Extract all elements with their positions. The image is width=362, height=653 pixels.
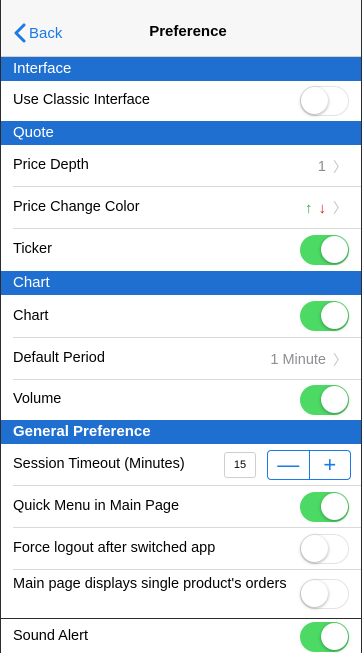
default-period-value: 1 Minute	[270, 352, 326, 368]
arrow-up-icon: ↑	[305, 199, 313, 217]
row-ticker: Ticker	[1, 229, 361, 271]
row-force-logout: Force logout after switched app	[1, 528, 361, 570]
row-chart: Chart	[1, 295, 361, 338]
ticker-toggle[interactable]	[300, 235, 349, 265]
row-label: Default Period	[13, 350, 105, 366]
increment-button[interactable]: +	[310, 451, 351, 479]
section-header-quote: Quote	[1, 121, 361, 145]
row-use-classic-interface: Use Classic Interface	[1, 81, 361, 121]
row-single-product-orders: Main page displays single product's orde…	[1, 570, 361, 618]
session-timeout-stepper: — +	[267, 450, 351, 480]
chevron-right-icon: 〉	[333, 200, 347, 216]
price-change-color-detail[interactable]: ↑ ↓ 〉	[305, 198, 347, 218]
section-header-interface: Interface	[1, 57, 361, 81]
row-default-period[interactable]: Default Period 1 Minute 〉	[1, 338, 361, 380]
row-price-depth[interactable]: Price Depth 1 〉	[1, 145, 361, 187]
row-label: Price Depth	[13, 157, 89, 173]
force-logout-toggle[interactable]	[300, 534, 349, 564]
quick-menu-toggle[interactable]	[300, 492, 349, 522]
toggle-knob	[301, 87, 328, 114]
row-label: Use Classic Interface	[13, 92, 150, 108]
row-label: Main page displays single product's orde…	[13, 576, 287, 592]
price-depth-detail[interactable]: 1 〉	[318, 157, 347, 177]
preference-screen: Back Preference Interface Use Classic In…	[0, 0, 362, 653]
row-label: Chart	[13, 308, 49, 324]
decrement-button[interactable]: —	[268, 451, 309, 479]
row-label: Volume	[13, 391, 62, 407]
default-period-detail[interactable]: 1 Minute 〉	[270, 350, 347, 370]
row-volume: Volume	[1, 380, 361, 420]
section-header-general-preference: General Preference	[1, 420, 361, 444]
toggle-knob	[321, 236, 348, 263]
row-label: Ticker	[13, 241, 52, 257]
row-label: Session Timeout (Minutes)	[13, 456, 185, 472]
page-title: Preference	[149, 23, 227, 40]
row-label: Force logout after switched app	[13, 540, 216, 556]
arrow-down-icon: ↓	[318, 199, 327, 217]
section-header-chart: Chart	[1, 271, 361, 295]
toggle-knob	[301, 535, 328, 562]
toggle-knob	[321, 386, 348, 413]
chart-toggle[interactable]	[300, 301, 349, 331]
sound-alert-toggle[interactable]	[300, 622, 349, 652]
row-quick-menu: Quick Menu in Main Page	[1, 486, 361, 528]
row-label: Sound Alert	[13, 628, 88, 644]
session-timeout-value: 15	[224, 452, 256, 478]
chevron-right-icon: 〉	[333, 159, 347, 175]
single-product-orders-toggle[interactable]	[300, 579, 349, 609]
toggle-knob	[321, 302, 348, 329]
toggle-knob	[301, 580, 328, 607]
row-sound-alert: Sound Alert	[1, 618, 361, 653]
chevron-right-icon: 〉	[333, 352, 347, 368]
row-session-timeout: Session Timeout (Minutes) 15 — +	[1, 444, 361, 486]
price-depth-value: 1	[317, 159, 326, 175]
toggle-knob	[321, 493, 348, 520]
row-label: Quick Menu in Main Page	[13, 498, 180, 514]
row-label: Price Change Color	[13, 199, 140, 215]
classic-interface-toggle[interactable]	[300, 86, 349, 116]
volume-toggle[interactable]	[300, 385, 349, 415]
toggle-knob	[321, 623, 348, 650]
row-price-change-color[interactable]: Price Change Color ↑ ↓ 〉	[1, 187, 361, 229]
navigation-bar: Back Preference	[1, 0, 361, 57]
